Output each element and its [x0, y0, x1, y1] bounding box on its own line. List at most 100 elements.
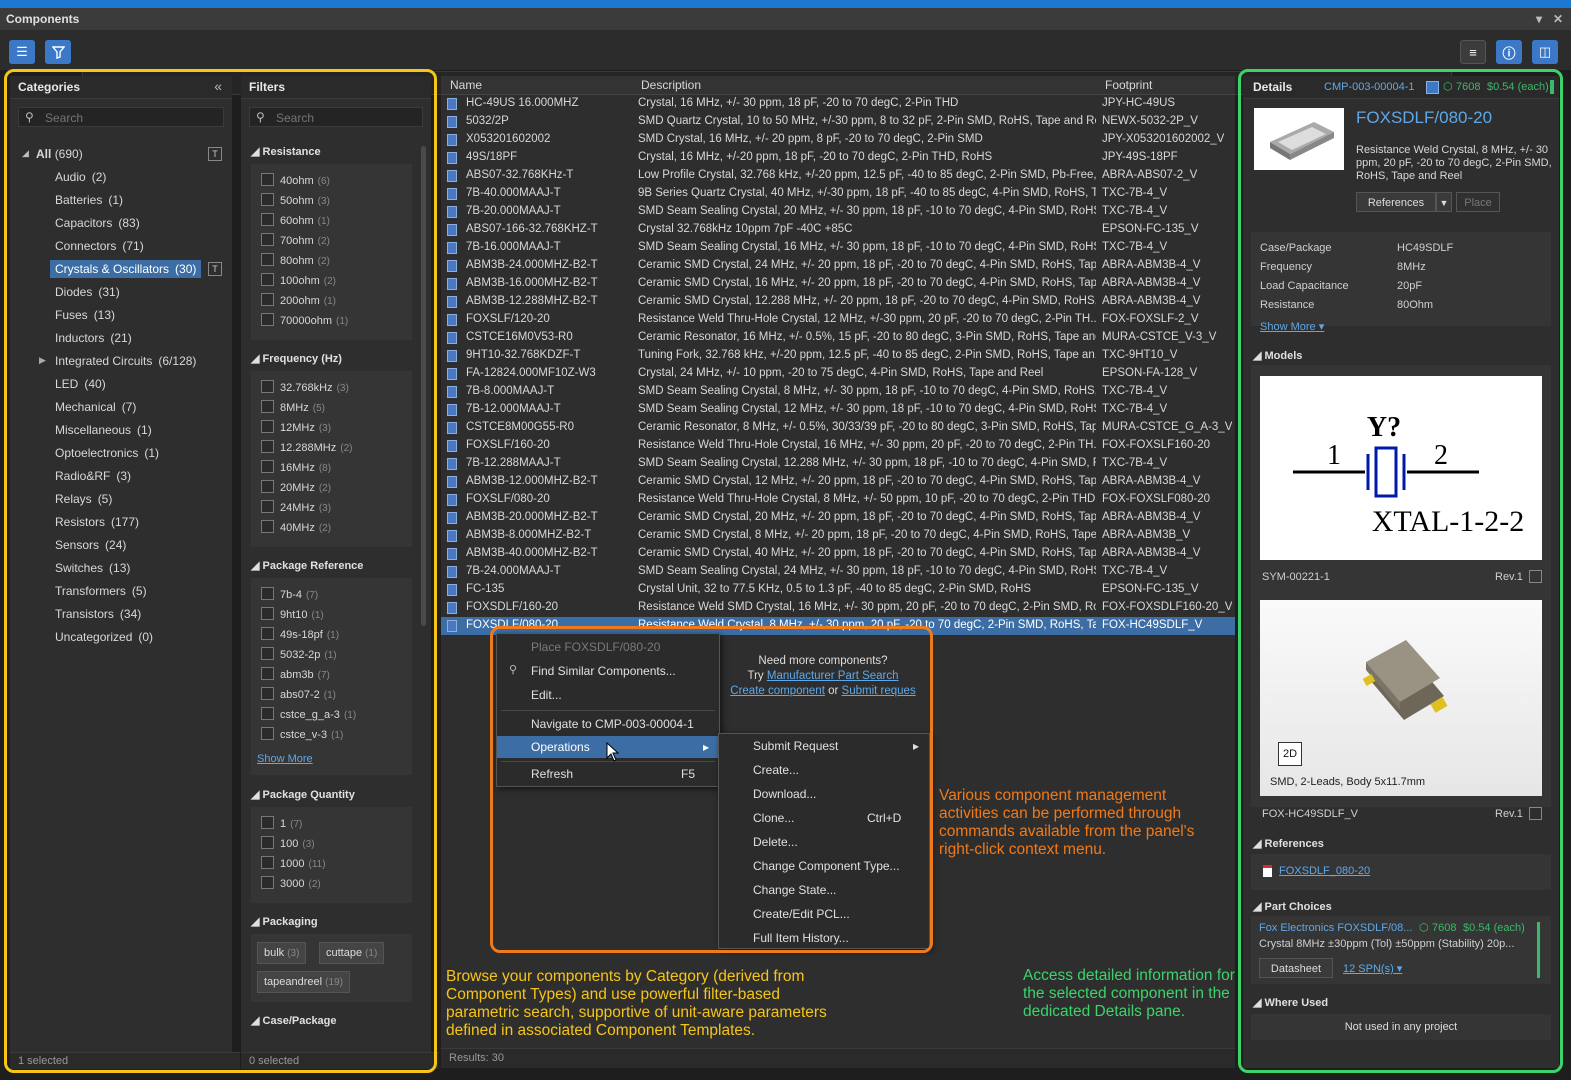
filter-option[interactable]: 8MHz (5) — [261, 400, 325, 416]
packaging-chip[interactable]: cuttape (1) — [319, 942, 385, 964]
info-button[interactable]: ⓘ — [1496, 40, 1522, 64]
checkbox[interactable] — [261, 647, 274, 660]
filter-option[interactable]: 40MHz (2) — [261, 520, 331, 536]
checkbox[interactable] — [261, 500, 274, 513]
category-item[interactable]: Relays (5) — [55, 490, 112, 508]
view-2d-badge[interactable]: 2D — [1278, 742, 1302, 766]
filters-search-input[interactable] — [274, 110, 428, 126]
part-choice-name[interactable]: Fox Electronics FOXSDLF/08... — [1259, 922, 1412, 934]
filter-section-case-package[interactable]: ◢ Case/Package — [251, 1014, 337, 1027]
submenu-item[interactable]: Create... — [719, 759, 929, 781]
table-row[interactable]: FOXSDLF/160-20 Resistance Weld SMD Crysta… — [441, 599, 1235, 617]
category-item[interactable]: Integrated Circuits (6/128) — [55, 352, 196, 370]
filter-section-packaging[interactable]: ◢ Packaging — [251, 915, 318, 928]
submenu-item[interactable]: Clone... Ctrl+D — [719, 807, 929, 829]
references-button[interactable]: References — [1356, 192, 1436, 212]
table-row[interactable]: HC-49US 16.000MHZ Crystal, 16 MHz, +/- 30… — [441, 95, 1235, 113]
checkbox[interactable] — [261, 836, 274, 849]
table-row[interactable]: ABM3B-16.000MHZ-B2-T Ceramic SMD Crystal,… — [441, 275, 1235, 293]
table-row[interactable]: ABM3B-12.288MHZ-B2-T Ceramic SMD Crystal,… — [441, 293, 1235, 311]
filter-option[interactable]: 100 (3) — [261, 836, 315, 852]
filter-option[interactable]: cstce_v-3 (1) — [261, 727, 343, 743]
checkbox[interactable] — [261, 627, 274, 640]
table-row[interactable]: 49S/18PF Crystal, 16 MHz, +/-20 ppm, 18 p… — [441, 149, 1235, 167]
submenu-item[interactable]: Submit Request ▸ — [719, 735, 929, 757]
table-row[interactable]: FOXSLF/120-20 Resistance Weld Thru-Hole C… — [441, 311, 1235, 329]
menu-item-edit[interactable]: Edit... — [531, 684, 562, 706]
filter-option[interactable]: 7b-4 (7) — [261, 587, 318, 603]
table-row[interactable]: 7B-20.000MAAJ-T SMD Seam Sealing Crystal,… — [441, 203, 1235, 221]
checkbox[interactable] — [261, 293, 274, 306]
category-item[interactable]: Switches (13) — [55, 559, 130, 577]
filter-option[interactable]: 9ht10 (1) — [261, 607, 324, 623]
checkbox[interactable] — [261, 687, 274, 700]
checkbox[interactable] — [261, 460, 274, 473]
filter-section-frequency[interactable]: ◢ Frequency (Hz) — [251, 352, 342, 365]
checkbox[interactable] — [261, 876, 274, 889]
filter-option[interactable]: 70000ohm (1) — [261, 313, 348, 329]
section-references[interactable]: ◢ References — [1253, 837, 1324, 850]
filter-option[interactable]: 60ohm (1) — [261, 213, 330, 229]
table-row[interactable]: ABS07-32.768KHz-T Low Profile Crystal, 32… — [441, 167, 1235, 185]
checkbox[interactable] — [261, 273, 274, 286]
datasheet-button[interactable]: Datasheet — [1259, 958, 1333, 978]
table-row[interactable]: 7B-40.000MAAJ-T 9B Series Quartz Crystal,… — [441, 185, 1235, 203]
filter-option[interactable]: 3000 (2) — [261, 876, 321, 892]
filter-option[interactable]: 40ohm (6) — [261, 173, 330, 189]
filter-option[interactable]: 32.768kHz (3) — [261, 380, 349, 396]
section-where-used[interactable]: ◢ Where Used — [1253, 996, 1328, 1009]
table-row[interactable]: 7B-12.288MAAJ-T SMD Seam Sealing Crystal,… — [441, 455, 1235, 473]
packaging-chip[interactable]: bulk (3) — [257, 942, 307, 964]
submenu-item[interactable]: Change State... — [719, 879, 929, 901]
submenu-item[interactable]: Download... — [719, 783, 929, 805]
filter-option[interactable]: 50ohm (3) — [261, 193, 330, 209]
filter-option[interactable]: 24MHz (3) — [261, 500, 331, 516]
menu-button[interactable]: ≡ — [1460, 40, 1486, 64]
place-button[interactable]: Place — [1456, 192, 1500, 212]
filter-option[interactable]: 49s-18pf (1) — [261, 627, 339, 643]
filter-option[interactable]: 12MHz (3) — [261, 420, 331, 436]
table-row[interactable]: 9HT10-32.768KDZF-T Tuning Fork, 32.768 kH… — [441, 347, 1235, 365]
category-item[interactable]: Transistors (34) — [55, 605, 141, 623]
category-item[interactable]: Optoelectronics (1) — [55, 444, 159, 462]
filter-section-package-quantity[interactable]: ◢ Package Quantity — [251, 788, 355, 801]
manufacturer-part-search-link[interactable]: Manufacturer Part Search — [767, 670, 899, 682]
category-item[interactable]: Crystals & Oscillators (30) — [50, 260, 202, 278]
filter-option[interactable]: 100ohm (2) — [261, 273, 336, 289]
checkbox[interactable] — [261, 667, 274, 680]
category-item[interactable]: Fuses (13) — [55, 306, 115, 324]
checkbox[interactable] — [261, 440, 274, 453]
checkbox[interactable] — [261, 173, 274, 186]
checkbox[interactable] — [261, 420, 274, 433]
category-item[interactable]: Diodes (31) — [55, 283, 120, 301]
details-pane-toggle[interactable]: ◫ — [1532, 40, 1558, 64]
filter-option[interactable]: 12.288MHz (2) — [261, 440, 353, 456]
category-item[interactable]: Mechanical (7) — [55, 398, 136, 416]
category-item[interactable]: Transformers (5) — [55, 582, 147, 600]
checkbox[interactable] — [261, 193, 274, 206]
filter-section-resistance[interactable]: ◢ Resistance — [251, 145, 321, 158]
filter-toggle-button[interactable] — [45, 40, 71, 64]
table-row[interactable]: 7B-16.000MAAJ-T SMD Seam Sealing Crystal,… — [441, 239, 1235, 257]
expand-icon[interactable]: ▶ — [39, 355, 46, 366]
checkbox[interactable] — [261, 313, 274, 326]
table-row[interactable]: ABS07-166-32.768KHZ-T Crystal 32.768kHz 1… — [441, 221, 1235, 239]
symbol-checkbox[interactable] — [1529, 570, 1542, 583]
filter-option[interactable]: 5032-2p (1) — [261, 647, 337, 663]
table-row[interactable]: 5032/2P SMD Quartz Crystal, 10 to 50 MHz,… — [441, 113, 1235, 131]
section-part-choices[interactable]: ◢ Part Choices — [1253, 900, 1332, 913]
show-more-link[interactable]: Show More ▾ — [1260, 320, 1324, 333]
filter-option[interactable]: 1000 (11) — [261, 856, 326, 872]
filter-option[interactable]: cstce_g_a-3 (1) — [261, 707, 356, 723]
checkbox[interactable] — [261, 707, 274, 720]
table-row[interactable]: FOXSLF/160-20 Resistance Weld Thru-Hole C… — [441, 437, 1235, 455]
list-view-button[interactable]: ☰ — [9, 40, 35, 64]
categories-search[interactable]: ⚲ — [18, 107, 224, 127]
menu-item-place[interactable]: Place FOXSDLF/080-20 — [531, 636, 660, 658]
menu-item-navigate[interactable]: Navigate to CMP-003-00004-1 — [531, 713, 694, 735]
table-row[interactable]: ABM3B-20.000MHZ-B2-T Ceramic SMD Crystal,… — [441, 509, 1235, 527]
submenu-item[interactable]: Delete... — [719, 831, 929, 853]
filter-option[interactable]: 70ohm (2) — [261, 233, 330, 249]
filter-section-package-reference[interactable]: ◢ Package Reference — [251, 559, 363, 572]
checkbox[interactable] — [261, 380, 274, 393]
